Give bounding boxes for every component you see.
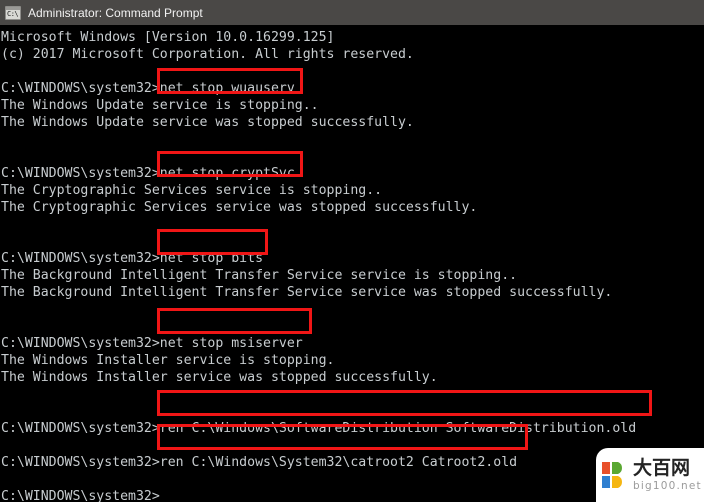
big100-logo-icon xyxy=(602,461,628,489)
console-line-command-bits: C:\WINDOWS\system32>net stop bits xyxy=(1,251,264,266)
console-line-command-msiserver: C:\WINDOWS\system32>net stop msiserver xyxy=(1,336,303,351)
console-line-command-ren-softwaredistribution: C:\WINDOWS\system32>ren C:\Windows\Softw… xyxy=(1,421,637,436)
console-line-command-cryptsvc: C:\WINDOWS\system32>net stop cryptSvc xyxy=(1,166,295,181)
console-line: The Cryptographic Services service is st… xyxy=(1,183,383,198)
console-line: The Windows Installer service is stoppin… xyxy=(1,353,335,368)
window-title: Administrator: Command Prompt xyxy=(28,5,203,20)
command-prompt-icon: C:\ xyxy=(5,5,21,20)
console-line: The Windows Update service is stopping.. xyxy=(1,98,319,113)
console-line: The Background Intelligent Transfer Serv… xyxy=(1,285,613,300)
watermark-site-name: 大百网 xyxy=(633,456,691,479)
cmd-icon-prompt-glyph: C:\ xyxy=(7,9,19,18)
console-output[interactable]: Microsoft Windows [Version 10.0.16299.12… xyxy=(0,27,704,502)
console-line: The Windows Update service was stopped s… xyxy=(1,115,414,130)
watermark: 大百网 big100.net xyxy=(596,448,704,502)
watermark-domain: big100.net xyxy=(633,479,702,492)
console-line-command-wuauserv: C:\WINDOWS\system32>net stop wuauserv xyxy=(1,81,295,96)
watermark-text-group: 大百网 big100.net xyxy=(633,456,702,492)
command-prompt-window: C:\ Administrator: Command Prompt Micros… xyxy=(0,0,704,502)
console-line: The Background Intelligent Transfer Serv… xyxy=(1,268,518,283)
console-line: The Cryptographic Services service was s… xyxy=(1,200,478,215)
title-bar[interactable]: C:\ Administrator: Command Prompt xyxy=(0,0,704,25)
console-line: Microsoft Windows [Version 10.0.16299.12… xyxy=(1,30,335,45)
console-line: (c) 2017 Microsoft Corporation. All righ… xyxy=(1,47,414,62)
console-line: The Windows Installer service was stoppe… xyxy=(1,370,438,385)
